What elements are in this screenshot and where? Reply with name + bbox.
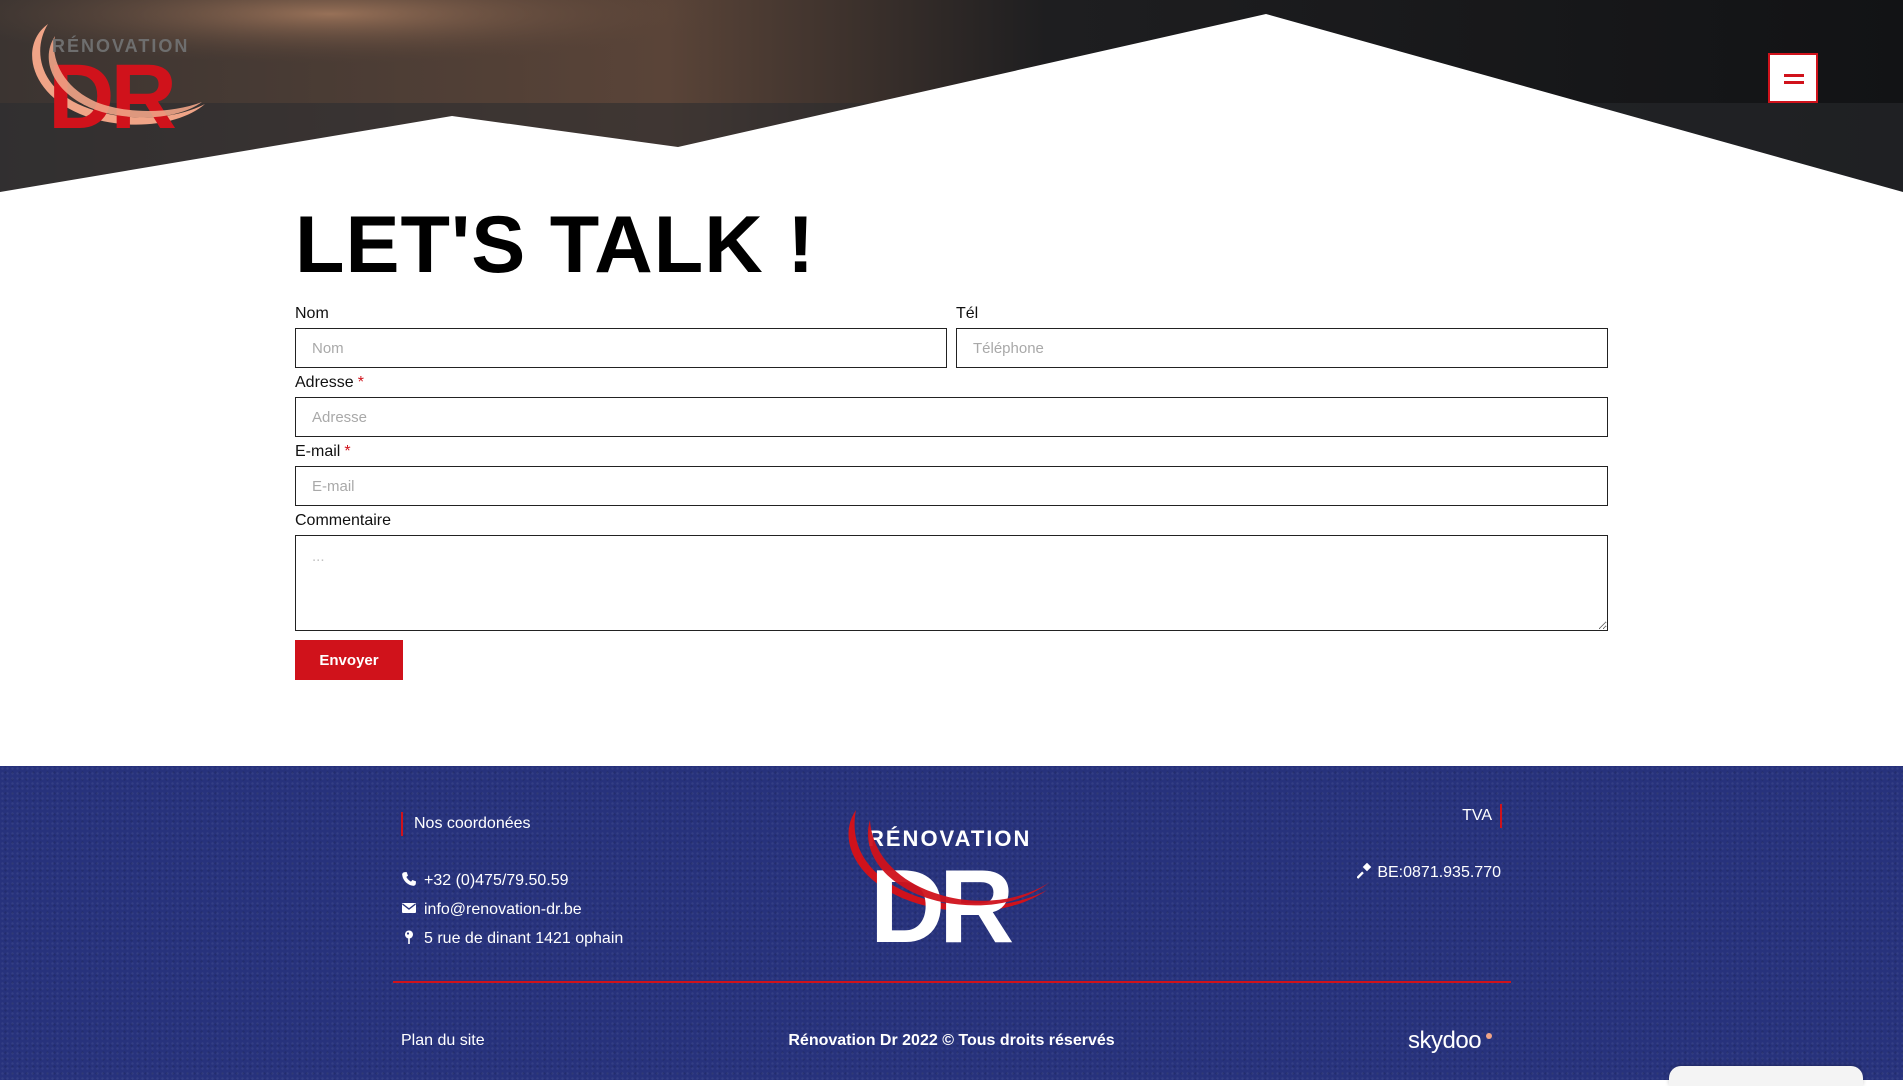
nom-label: Nom bbox=[295, 305, 329, 322]
adresse-input[interactable] bbox=[295, 397, 1608, 437]
svg-text:skydoo: skydoo bbox=[1408, 1027, 1481, 1054]
skydoo-agency-logo[interactable]: skydoo bbox=[1408, 1024, 1502, 1058]
email-label-text: E-mail bbox=[295, 443, 341, 460]
tel-label: Tél bbox=[956, 305, 979, 322]
header-hero-background bbox=[0, 0, 1903, 200]
footer-divider bbox=[393, 981, 1511, 983]
address-text: 5 rue de dinant 1421 ophain bbox=[424, 930, 624, 947]
gavel-icon bbox=[1357, 863, 1372, 879]
nom-input[interactable] bbox=[295, 328, 947, 368]
commentaire-field-group: Commentaire bbox=[295, 511, 1608, 631]
map-pin-icon bbox=[405, 930, 413, 944]
copyright-text: Rénovation Dr 2022 © Tous droits réservé… bbox=[788, 1032, 1115, 1049]
phone-icon bbox=[402, 872, 416, 886]
address-line: 5 rue de dinant 1421 ophain bbox=[401, 929, 623, 949]
contact-section: LET'S TALK ! Nom Tél Adresse* E-mail* Co… bbox=[295, 200, 1609, 680]
hamburger-menu-icon bbox=[1784, 74, 1804, 77]
hamburger-menu-icon-bar bbox=[1784, 81, 1804, 84]
site-header: DR RÉNOVATION bbox=[0, 0, 1903, 200]
email-field-group: E-mail * bbox=[295, 442, 1608, 506]
adresse-field-group: Adresse * bbox=[295, 373, 1608, 437]
email-link[interactable]: info@renovation-dr.be bbox=[401, 900, 582, 920]
menu-toggle-button[interactable] bbox=[1768, 53, 1818, 103]
phone-number: +32 (0)475/79.50.59 bbox=[424, 872, 569, 889]
envoyer-button[interactable]: Envoyer bbox=[295, 640, 403, 680]
adresse-label: Adresse * bbox=[295, 373, 1608, 393]
required-mark: * bbox=[344, 443, 351, 460]
email-label: E-mail * bbox=[295, 442, 1608, 462]
commentaire-label: Commentaire bbox=[295, 512, 392, 529]
adresse-label-text: Adresse bbox=[295, 374, 354, 391]
footer-renovation-dr-logo[interactable]: RÉNOVATION DR bbox=[842, 806, 1056, 946]
site-footer: Nos coordonées +32 (0)475/79.50.59 info@… bbox=[0, 766, 1903, 1086]
renovation-dr-logo[interactable]: DR RÉNOVATION bbox=[20, 14, 210, 140]
svg-text:RÉNOVATION: RÉNOVATION bbox=[868, 826, 1031, 851]
nom-field-group: Nom bbox=[295, 304, 947, 368]
tva-number: BE:0871.935.770 bbox=[1377, 864, 1501, 881]
tel-field-group: Tél bbox=[956, 304, 1608, 368]
svg-text:RÉNOVATION: RÉNOVATION bbox=[52, 35, 189, 56]
email-address: info@renovation-dr.be bbox=[424, 901, 582, 918]
tva-heading: TVA bbox=[1462, 804, 1502, 828]
cookie-consent-tab[interactable] bbox=[1669, 1066, 1863, 1086]
sitemap-link[interactable]: Plan du site bbox=[401, 1032, 485, 1050]
required-mark: * bbox=[357, 374, 364, 391]
telephone-input[interactable] bbox=[956, 328, 1608, 368]
email-input[interactable] bbox=[295, 466, 1608, 506]
phone-link[interactable]: +32 (0)475/79.50.59 bbox=[401, 871, 569, 891]
page-title: LET'S TALK ! bbox=[295, 200, 816, 290]
contact-heading: Nos coordonées bbox=[401, 812, 531, 836]
envelope-icon bbox=[402, 903, 416, 913]
tva-line: BE:0871.935.770 bbox=[1357, 863, 1501, 883]
commentaire-textarea[interactable] bbox=[295, 535, 1608, 631]
